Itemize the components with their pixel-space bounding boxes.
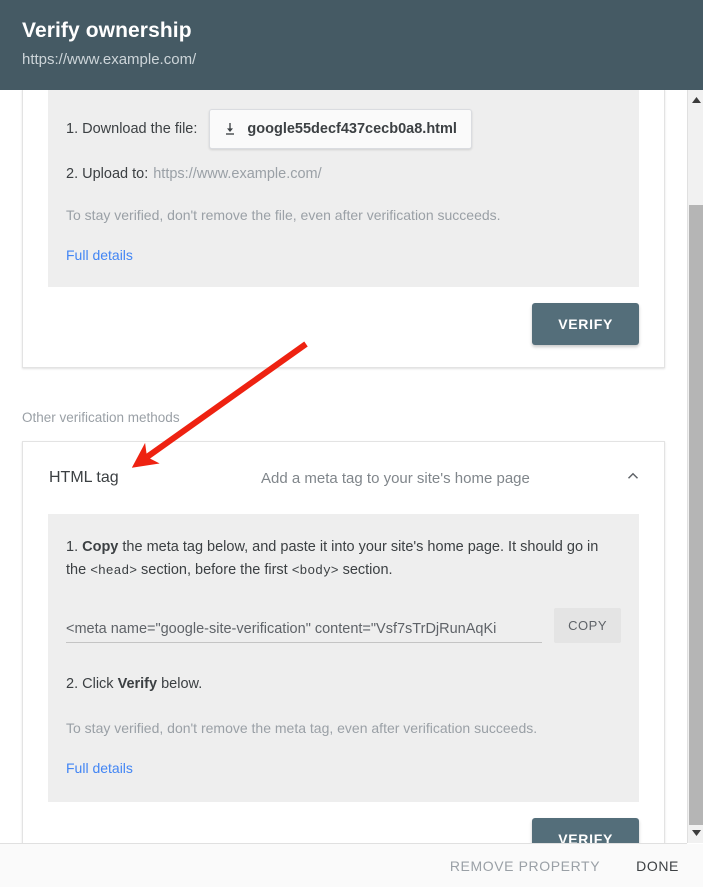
instruction-2-bold: Verify (117, 676, 158, 692)
instruction-1-suffix: section. (338, 562, 393, 578)
html-file-note: To stay verified, don't remove the file,… (66, 207, 501, 223)
body-tag-code: <body> (291, 563, 339, 578)
remove-property-button[interactable]: REMOVE PROPERTY (446, 852, 604, 880)
dialog-scroll-viewport: 1. Download the file: google55decf437cec… (0, 90, 687, 843)
html-file-full-details-link[interactable]: Full details (66, 247, 133, 263)
html-tag-title: HTML tag (49, 469, 119, 486)
html-tag-note: To stay verified, don't remove the meta … (66, 720, 538, 736)
download-file-name: google55decf437cecb0a8.html (247, 121, 457, 137)
upload-step-row: 2. Upload to: https://www.example.com/ (66, 163, 621, 185)
instruction-2-suffix: below. (157, 676, 203, 692)
meta-tag-input[interactable]: <meta name="google-site-verification" co… (66, 621, 543, 643)
download-icon (222, 121, 238, 137)
instruction-1-prefix: 1. (66, 539, 83, 555)
html-tag-instructions-panel: 1. Copy the meta tag below, and paste it… (48, 514, 639, 802)
instruction-2-prefix: 2. Click (66, 676, 118, 692)
html-file-instructions-panel: 1. Download the file: google55decf437cec… (48, 90, 639, 287)
head-tag-code: <head> (90, 563, 137, 578)
html-file-method-card: 1. Download the file: google55decf437cec… (22, 90, 665, 368)
download-step-label: 1. Download the file: (66, 121, 198, 137)
instruction-1-bold: Copy (82, 539, 119, 555)
upload-step-url: https://www.example.com/ (153, 166, 322, 182)
html-tag-instruction-1: 1. Copy the meta tag below, and paste it… (66, 536, 621, 582)
done-button[interactable]: DONE (632, 852, 683, 880)
dialog-header: Verify ownership https://www.example.com… (0, 0, 703, 90)
chevron-up-icon[interactable] (624, 467, 642, 490)
html-file-button-row: VERIFY (23, 287, 664, 367)
html-tag-full-details-link[interactable]: Full details (66, 760, 133, 776)
html-tag-verify-button[interactable]: VERIFY (532, 818, 639, 843)
verify-ownership-dialog: Verify ownership https://www.example.com… (0, 0, 703, 887)
page-title: Verify ownership (22, 19, 192, 42)
download-step-row: 1. Download the file: google55decf437cec… (66, 109, 621, 149)
instruction-1-mid2: section, before the first (137, 562, 292, 578)
upload-step-label: 2. Upload to: (66, 166, 149, 182)
download-file-button[interactable]: google55decf437cecb0a8.html (209, 109, 472, 149)
html-tag-description: Add a meta tag to your site's home page (261, 469, 530, 487)
vertical-scrollbar[interactable] (687, 90, 703, 843)
html-tag-instruction-2: 2. Click Verify below. (66, 673, 621, 696)
copy-meta-tag-button[interactable]: COPY (554, 608, 621, 643)
html-file-verify-button[interactable]: VERIFY (532, 303, 639, 345)
scroll-up-arrow-icon[interactable] (688, 92, 703, 108)
meta-tag-row: <meta name="google-site-verification" co… (66, 608, 621, 643)
scrollbar-thumb[interactable] (689, 205, 703, 825)
dialog-footer: REMOVE PROPERTY DONE (0, 844, 703, 887)
property-url: https://www.example.com/ (22, 51, 197, 68)
other-methods-label: Other verification methods (22, 410, 180, 425)
html-tag-accordion-header[interactable]: HTML tag Add a meta tag to your site's h… (23, 442, 664, 514)
scroll-down-arrow-icon[interactable] (688, 825, 703, 841)
dialog-content: 1. Download the file: google55decf437cec… (0, 90, 687, 843)
html-tag-button-row: VERIFY (23, 802, 664, 843)
html-tag-method-card: HTML tag Add a meta tag to your site's h… (22, 441, 665, 843)
